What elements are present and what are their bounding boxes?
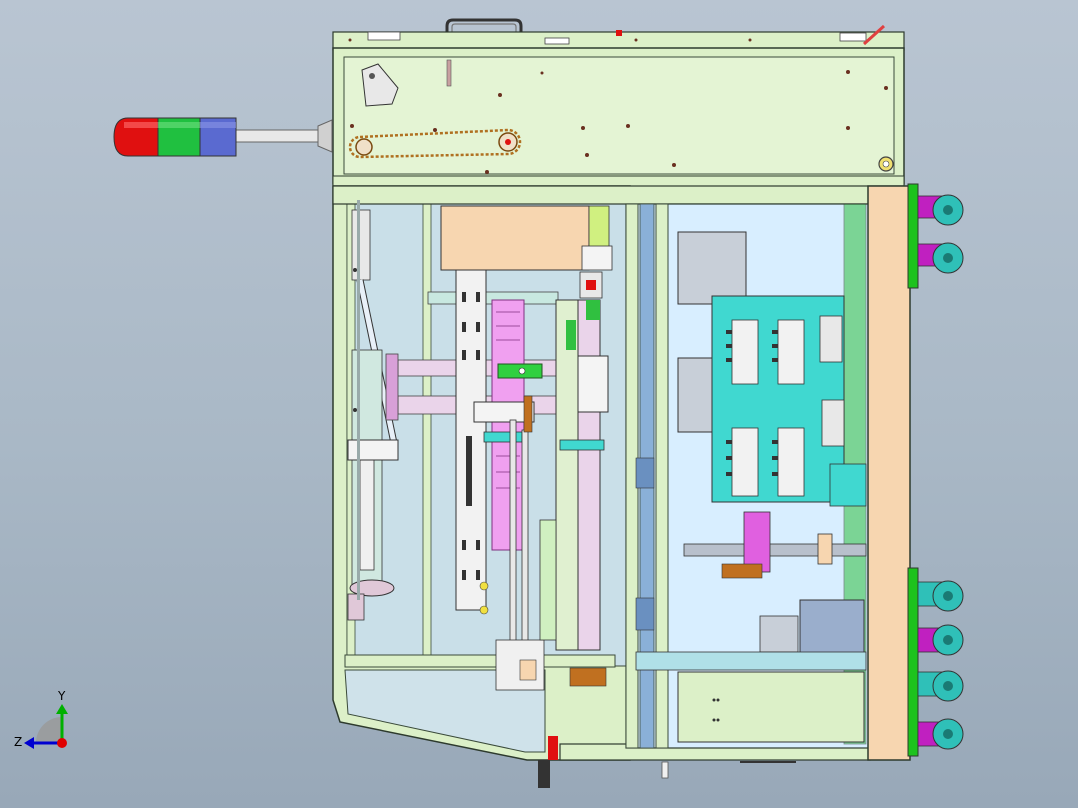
z-axis-label: Z — [14, 735, 22, 749]
y-axis-label: Y — [57, 689, 66, 703]
caster-wheel-icon — [907, 183, 964, 757]
cad-viewport[interactable]: Y Z — [0, 0, 1078, 808]
machine-drawing: Y Z — [14, 18, 964, 788]
three-tier-signal-light-icon — [113, 117, 333, 157]
coordinate-axis-icon: Y Z — [14, 689, 68, 749]
top-housing — [332, 18, 905, 187]
